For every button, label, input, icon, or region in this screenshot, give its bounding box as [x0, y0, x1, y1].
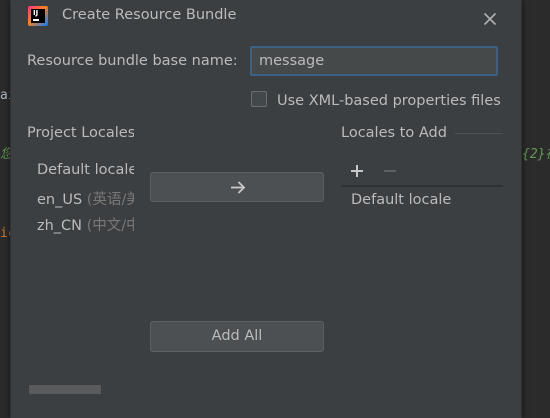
minus-icon: [384, 170, 396, 172]
dialog-title: Create Resource Bundle: [62, 7, 237, 23]
locale-desc: (英语/美: [86, 192, 134, 208]
create-resource-bundle-dialog: IJ Create Resource Bundle Resource bundl…: [10, 0, 522, 418]
xml-properties-checkbox[interactable]: [251, 91, 267, 107]
close-icon: [483, 12, 497, 26]
plus-icon: [351, 165, 363, 177]
list-item[interactable]: Default locale: [351, 192, 451, 208]
base-name-input[interactable]: [250, 46, 498, 76]
move-to-add-button[interactable]: [150, 172, 324, 202]
editor-fragment-3: ic: [0, 226, 10, 241]
editor-fragment-1: ai: [0, 88, 10, 103]
add-all-button[interactable]: Add All: [150, 321, 324, 352]
list-item[interactable]: en_US (英语/美: [37, 188, 134, 209]
header-separator: [455, 133, 503, 134]
intellij-logo-icon: IJ: [28, 6, 48, 26]
list-item[interactable]: Default locale: [37, 162, 134, 178]
locale-desc: (中文/中: [86, 218, 134, 234]
project-locales-header: Project Locales: [27, 125, 134, 141]
editor-fragment-2: 您: [0, 143, 10, 162]
close-button[interactable]: [477, 4, 503, 30]
xml-properties-label: Use XML-based properties files: [277, 93, 501, 109]
locale-code: zh_CN: [37, 218, 83, 234]
locale-code: Default locale: [351, 192, 452, 208]
add-all-label: Add All: [211, 328, 263, 344]
project-locales-list[interactable]: Default locale en_US (英语/美 zh_CN (中文/中: [27, 158, 134, 384]
horizontal-scrollbar[interactable]: [29, 385, 101, 394]
dialog-titlebar: IJ Create Resource Bundle: [11, 0, 521, 34]
locale-code: en_US: [37, 192, 83, 208]
remove-locale-button[interactable]: [380, 161, 400, 181]
toolbar-separator: [341, 185, 503, 187]
arrow-right-icon: [231, 181, 246, 194]
locale-code: Default locale: [37, 162, 134, 178]
base-name-label: Resource bundle base name:: [27, 53, 238, 69]
editor-fragment-4: {2}被: [522, 147, 550, 162]
list-item[interactable]: zh_CN (中文/中: [37, 214, 134, 235]
locales-to-add-header: Locales to Add: [341, 125, 447, 141]
add-locale-button[interactable]: [347, 161, 367, 181]
